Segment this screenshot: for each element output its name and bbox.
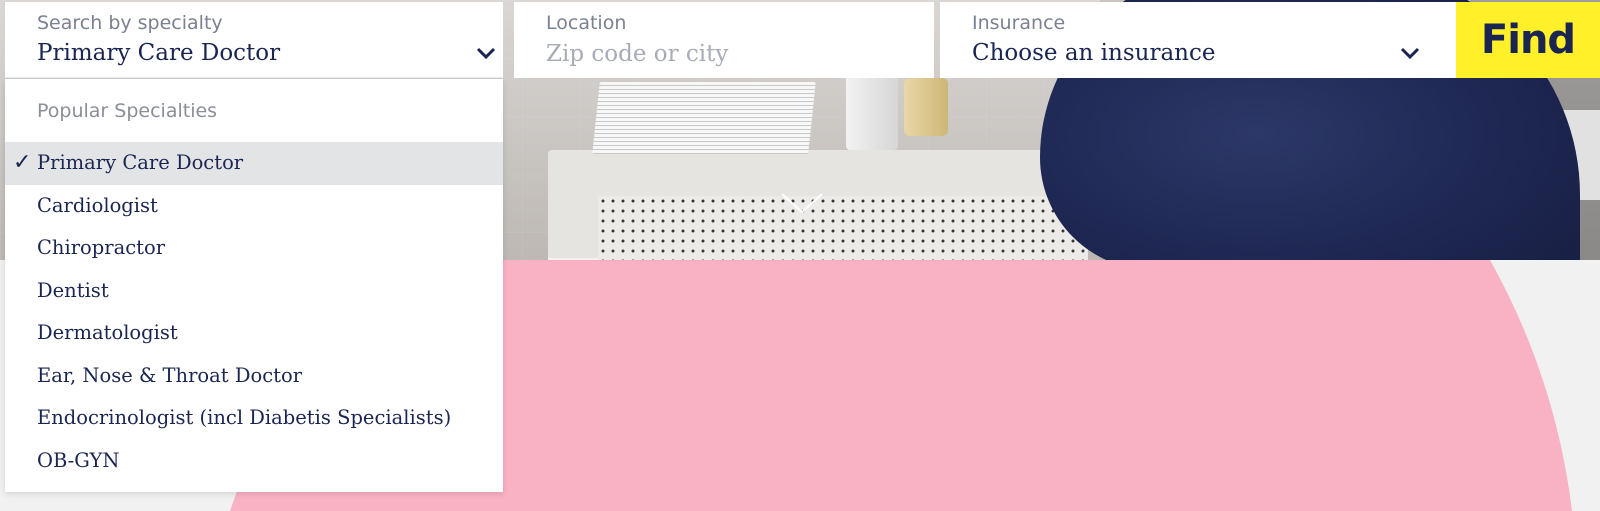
specialty-option-label: OB-GYN: [37, 448, 120, 472]
specialty-option[interactable]: Ear, Nose & Throat Doctor: [5, 355, 503, 398]
specialty-option[interactable]: Endocrinologist (incl Diabetis Specialis…: [5, 397, 503, 440]
specialty-option[interactable]: Dermatologist: [5, 312, 503, 355]
specialty-option[interactable]: Dentist: [5, 270, 503, 313]
chevron-down-icon[interactable]: [476, 46, 496, 60]
scroll-down-chevron-icon[interactable]: [780, 192, 824, 216]
specialty-option[interactable]: ✓ Primary Care Doctor: [5, 142, 503, 185]
chevron-down-icon[interactable]: [1400, 46, 1420, 60]
specialty-options-list: ✓ Primary Care Doctor Cardiologist Chiro…: [5, 142, 503, 482]
specialty-option-label: Endocrinologist (incl Diabetis Specialis…: [37, 406, 452, 429]
specialty-option[interactable]: Chiropractor: [5, 227, 503, 270]
specialty-select[interactable]: Search by specialty Primary Care Doctor: [5, 2, 503, 78]
checkmark-icon: ✓: [13, 150, 32, 175]
specialty-dropdown: Popular Specialties ✓ Primary Care Docto…: [5, 79, 503, 492]
insurance-label: Insurance: [972, 12, 1066, 34]
specialty-option[interactable]: Cardiologist: [5, 185, 503, 228]
find-button[interactable]: Find: [1456, 2, 1600, 78]
specialty-option-label: Chiropractor: [37, 236, 166, 259]
specialty-option-label: Primary Care Doctor: [37, 151, 244, 174]
location-input[interactable]: [546, 38, 906, 70]
location-label: Location: [546, 12, 627, 34]
specialty-option-label: Cardiologist: [37, 193, 158, 217]
location-field: Location: [514, 2, 934, 78]
insurance-select[interactable]: Insurance Choose an insurance: [940, 2, 1456, 78]
specialty-option-label: Dermatologist: [37, 321, 178, 344]
insurance-selected-value: Choose an insurance: [972, 40, 1216, 66]
specialty-selected-value: Primary Care Doctor: [37, 40, 281, 66]
specialty-option-label: Dentist: [37, 278, 109, 302]
search-bar: Search by specialty Primary Care Doctor …: [5, 2, 1600, 78]
specialty-option-label: Ear, Nose & Throat Doctor: [37, 363, 303, 387]
dropdown-group-title: Popular Specialties: [37, 100, 218, 122]
specialty-label: Search by specialty: [37, 12, 223, 34]
specialty-option[interactable]: OB-GYN: [5, 440, 503, 483]
